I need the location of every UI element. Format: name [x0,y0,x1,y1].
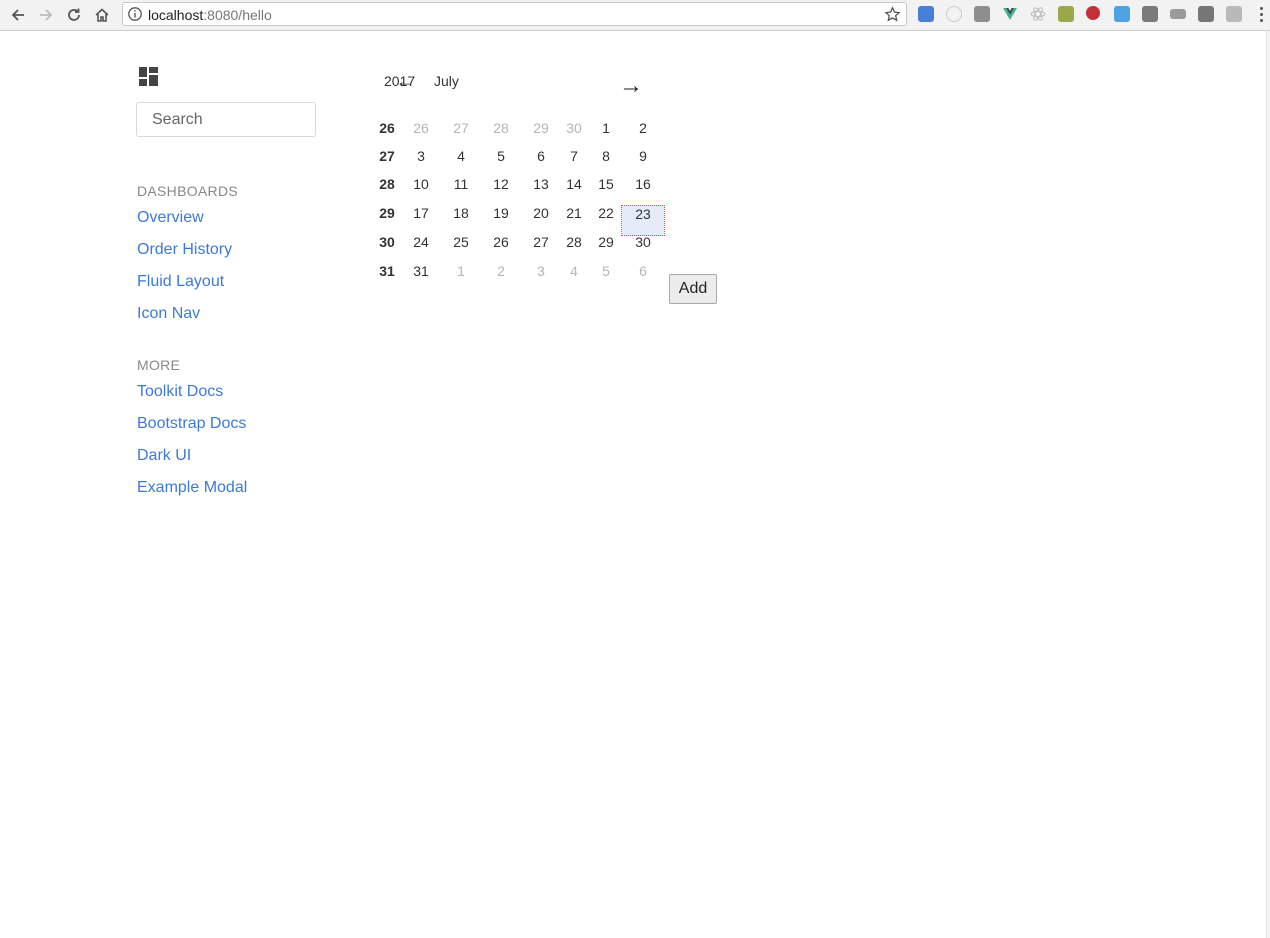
nav-link-icon-nav[interactable]: Icon Nav [137,305,200,323]
calendar-day[interactable]: 26 [481,231,521,253]
browser-menu-icon[interactable] [1256,5,1266,25]
prev-month-arrow-icon[interactable]: ← [396,71,414,91]
nav-link-overview[interactable]: Overview [137,209,204,227]
bookmark-star-icon[interactable] [884,6,901,23]
calendar-day[interactable]: 11 [441,173,481,195]
nav-link-fluid-layout[interactable]: Fluid Layout [137,273,224,291]
dashboard-logo-icon [139,67,158,86]
calendar-day[interactable]: 10 [401,173,441,195]
vue-devtools-icon[interactable] [1002,6,1018,22]
calendar-day[interactable]: 9 [623,145,663,167]
calendar-day[interactable]: 12 [481,173,521,195]
calendar-day[interactable]: 16 [623,173,663,195]
extension-circle-icon[interactable] [946,6,962,22]
calendar-day[interactable]: 31 [401,260,441,282]
translate-extension-icon[interactable] [918,6,934,22]
calendar-day[interactable]: 22 [586,202,626,224]
reload-icon [68,8,80,21]
calendar-day[interactable]: 28 [481,117,521,139]
nav-link-dark-ui[interactable]: Dark UI [137,447,191,465]
angular-extension-icon[interactable] [1086,6,1100,20]
calendar-day[interactable]: 29 [586,231,626,253]
forward-button[interactable] [35,4,57,26]
calendar-day[interactable]: 5 [586,260,626,282]
calendar-day[interactable]: 2 [481,260,521,282]
nav-link-order-history[interactable]: Order History [137,241,232,259]
jetbrains-extension-icon[interactable] [1198,6,1214,22]
calendar-day[interactable]: 3 [401,145,441,167]
calendar-day[interactable]: 8 [586,145,626,167]
section-heading-dashboards: DASHBOARDS [137,183,239,199]
url-text: localhost:8080/hello [148,7,272,23]
calendar-day[interactable]: 15 [586,173,626,195]
reload-button[interactable] [63,4,85,26]
calendar-month: July [434,73,459,89]
calendar-day[interactable]: 5 [481,145,521,167]
calendar-day[interactable]: 25 [441,231,481,253]
extension-folder-icon[interactable] [1170,9,1186,19]
calendar-day[interactable]: 4 [441,145,481,167]
nav-link-bootstrap-docs[interactable]: Bootstrap Docs [137,415,246,433]
section-heading-more: MORE [137,357,181,373]
extension-gear-icon[interactable] [974,6,990,22]
home-icon [95,8,109,22]
forward-arrow-icon [40,9,53,21]
calendar-day[interactable]: 27 [441,117,481,139]
calendar-day[interactable]: 19 [481,202,521,224]
back-arrow-icon [11,9,24,21]
extension-j-icon[interactable] [1142,6,1158,22]
search-input[interactable] [136,102,316,137]
calendar-day[interactable]: 6 [623,260,663,282]
next-month-arrow-icon[interactable]: → [619,72,643,100]
calendar-day[interactable]: 17 [401,202,441,224]
add-button[interactable]: Add [669,274,717,304]
calendar-day[interactable]: 1 [586,117,626,139]
home-button[interactable] [91,4,113,26]
calendar-day[interactable]: 26 [401,117,441,139]
info-icon[interactable] [127,6,143,22]
nav-link-example-modal[interactable]: Example Modal [137,479,247,497]
nav-link-toolkit-docs[interactable]: Toolkit Docs [137,383,223,401]
back-button[interactable] [7,4,29,26]
extension-window-icon[interactable] [1114,6,1130,22]
scrollbar[interactable] [1266,31,1270,938]
extension-cube-icon[interactable] [1226,6,1242,22]
calendar-day[interactable]: 2 [623,117,663,139]
browser-toolbar: localhost:8080/hello [0,0,1270,31]
calendar-day[interactable]: 24 [401,231,441,253]
calendar-day[interactable]: 18 [441,202,481,224]
calendar-day[interactable]: 30 [623,231,663,253]
calendar-day[interactable]: 1 [441,260,481,282]
extension-badge-icon[interactable] [1058,6,1074,22]
react-devtools-icon[interactable] [1030,6,1046,22]
address-bar[interactable]: localhost:8080/hello [122,2,907,26]
